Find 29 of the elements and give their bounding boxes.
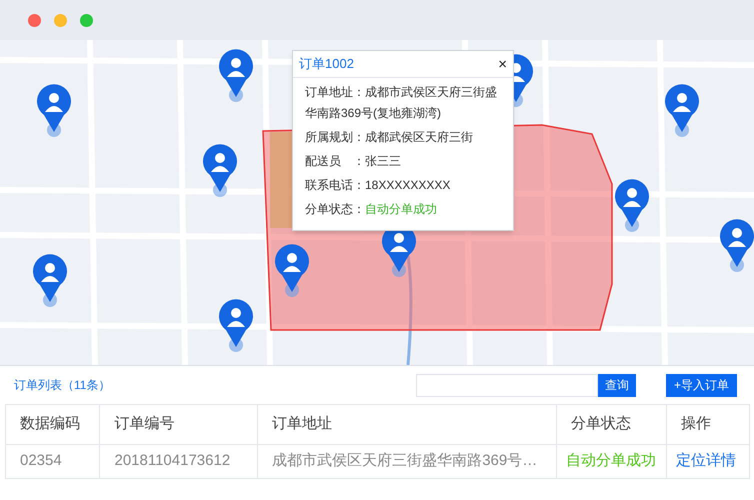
- person-pin-icon[interactable]: [36, 84, 72, 138]
- person-pin-icon[interactable]: [32, 254, 68, 308]
- person-pin-icon[interactable]: [719, 219, 754, 273]
- column-header: 分单状态: [556, 404, 667, 444]
- search-field[interactable]: [416, 374, 598, 396]
- column-header: 操作: [666, 404, 750, 444]
- table-cell: 02354: [6, 444, 100, 478]
- order-detail-line: 配送员 ：张三三: [305, 153, 402, 170]
- person-pin-icon[interactable]: [614, 179, 650, 233]
- order-detail-line: 订单地址：成都市武侯区天府三街盛华南路369号(复地雍湖湾): [305, 84, 498, 122]
- person-pin-icon[interactable]: [664, 84, 700, 138]
- person-pin-icon[interactable]: [218, 49, 254, 103]
- close-window-icon[interactable]: [28, 14, 41, 26]
- order-detail-line: 联系电话：18XXXXXXXXX: [305, 177, 452, 194]
- column-header: 数据编码: [6, 404, 100, 444]
- search-button[interactable]: 查询: [598, 374, 636, 396]
- column-header: 订单编号: [100, 404, 258, 444]
- column-header: 订单地址: [258, 404, 557, 444]
- order-detail-line: 所属规划：成都武侯区天府三街: [305, 129, 474, 146]
- status-cell: 自动分单成功: [556, 444, 667, 478]
- table-cell: 20181104173612: [100, 444, 258, 478]
- table-cell: 成都市武侯区天府三街盛华南路369号…: [258, 444, 557, 478]
- import-orders-button[interactable]: +导入订单: [666, 374, 737, 396]
- person-pin-icon[interactable]: [218, 299, 254, 353]
- person-pin-icon[interactable]: [274, 244, 310, 298]
- popup-title: 订单1002: [299, 55, 354, 74]
- order-list-title: 订单列表（11条）: [14, 377, 110, 394]
- person-pin-icon[interactable]: [202, 144, 238, 198]
- order-detail-line: 分单状态：自动分单成功: [305, 201, 438, 218]
